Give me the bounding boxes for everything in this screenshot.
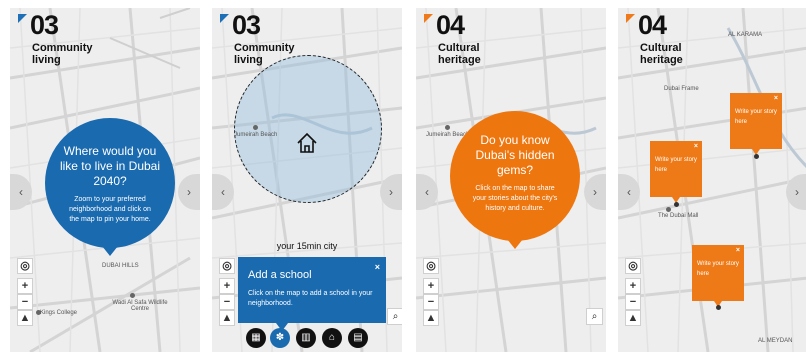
locate-icon[interactable]: ◎ (219, 258, 235, 274)
home-pin-icon[interactable] (295, 131, 319, 155)
story-input-placeholder[interactable]: Write your story here (735, 107, 779, 127)
bubble-question: Where would you like to live in Dubai 20… (59, 144, 161, 188)
section-number: 03 (30, 10, 59, 40)
search-icon[interactable]: ⌕ (586, 308, 603, 325)
north-arrow-icon[interactable]: ▲ (423, 310, 439, 326)
story-card[interactable]: × Write your story here (692, 245, 744, 307)
story-card[interactable]: × Write your story here (650, 141, 702, 203)
story-input-placeholder[interactable]: Write your story here (697, 259, 741, 279)
zoom-out-button[interactable]: − (17, 294, 33, 310)
building-icon[interactable]: ▥ (296, 328, 316, 348)
blue-corner-icon (18, 14, 27, 23)
close-icon[interactable]: × (694, 143, 698, 150)
story-pin (754, 154, 759, 159)
story-card[interactable]: × Write your story here (730, 93, 782, 155)
map-label: The Dubai Mall (658, 213, 699, 219)
north-arrow-icon[interactable]: ▲ (17, 310, 33, 326)
bubble-instructions: Zoom to your preferred neighborhood and … (69, 196, 151, 223)
bubble-question: Do you know Dubai's hidden gems? (475, 133, 555, 177)
map-poi-marker (253, 125, 258, 130)
section-title: Community living (32, 42, 93, 66)
panel-community-pin: Jumeirah Beach 03 Community living ‹ › y… (212, 8, 402, 352)
locate-icon[interactable]: ◎ (423, 258, 439, 274)
school-icon[interactable]: ▦ (246, 328, 266, 348)
map-label: Wadi Al Safa Wildlife Centre (112, 300, 168, 312)
north-arrow-icon[interactable]: ▲ (625, 310, 641, 326)
amenity-toolbar: ▦ ✽ ▥ ⌂ ▤ (234, 328, 384, 350)
section-number: 04 (436, 10, 465, 40)
close-icon[interactable]: × (736, 247, 740, 254)
close-icon[interactable]: × (774, 95, 778, 102)
map-label: Kings College (40, 310, 78, 316)
map-poi-marker (130, 293, 135, 298)
map-poi-marker (36, 310, 41, 315)
tree-icon[interactable]: ✽ (270, 328, 290, 348)
locate-icon[interactable]: ◎ (625, 258, 641, 274)
popup-title: Add a school (248, 269, 312, 281)
section-number: 04 (638, 10, 667, 40)
bubble-instructions: Click on the map to share your stories a… (472, 185, 558, 212)
story-pin (674, 202, 679, 207)
question-bubble: Where would you like to live in Dubai 20… (45, 118, 175, 256)
blue-corner-icon (220, 14, 229, 23)
section-title: Community living (234, 42, 295, 66)
orange-corner-icon (424, 14, 433, 23)
zoom-out-button[interactable]: − (423, 294, 439, 310)
map-controls: ◎ + − ▲ (219, 258, 235, 326)
zoom-out-button[interactable]: − (219, 294, 235, 310)
question-bubble: Do you know Dubai's hidden gems? Click o… (450, 111, 580, 249)
north-arrow-icon[interactable]: ▲ (219, 310, 235, 326)
search-icon[interactable]: ⌕ (387, 308, 402, 325)
bubble-tail (507, 239, 523, 249)
story-pin (716, 305, 721, 310)
map-label: Dubai Frame (664, 86, 699, 92)
story-input-placeholder[interactable]: Write your story here (655, 155, 699, 175)
map-label: AL KARAMA (728, 32, 763, 38)
zoom-in-button[interactable]: + (17, 278, 33, 294)
map-poi-marker (445, 125, 450, 130)
close-icon[interactable]: × (375, 262, 380, 272)
map-poi-marker (666, 207, 671, 212)
zoom-in-button[interactable]: + (625, 278, 641, 294)
map-controls: ◎ + − ▲ (625, 258, 641, 326)
map-label: Jumeirah Beach (234, 132, 278, 138)
zoom-in-button[interactable]: + (219, 278, 235, 294)
map-label: DUBAI HILLS (102, 263, 139, 269)
bus-icon[interactable]: ▤ (348, 328, 368, 348)
section-title: Cultural heritage (438, 42, 481, 66)
map-label: AL MEYDAN (758, 338, 793, 344)
zoom-in-button[interactable]: + (423, 278, 439, 294)
section-title: Cultural heritage (640, 42, 683, 66)
mosque-icon[interactable]: ⌂ (322, 328, 342, 348)
map-controls: ◎ + − ▲ (423, 258, 439, 326)
popup-description: Click on the map to add a school in your… (248, 290, 373, 307)
bubble-tail (102, 246, 118, 256)
map-controls: ◎ + − ▲ (17, 258, 33, 326)
panel-heritage-intro: Jumeirah Beach 04 Cultural heritage Do y… (416, 8, 606, 352)
section-number: 03 (232, 10, 261, 40)
panel-community-intro: 03 Community living Where would you like… (10, 8, 200, 352)
add-school-popup: Add a school Click on the map to add a s… (238, 257, 386, 331)
zoom-out-button[interactable]: − (625, 294, 641, 310)
locate-icon[interactable]: ◎ (17, 258, 33, 274)
orange-corner-icon (626, 14, 635, 23)
radius-caption: your 15min city (276, 241, 338, 251)
panel-heritage-stories: Dubai Frame The Dubai Mall AL KARAMA AL … (618, 8, 806, 352)
